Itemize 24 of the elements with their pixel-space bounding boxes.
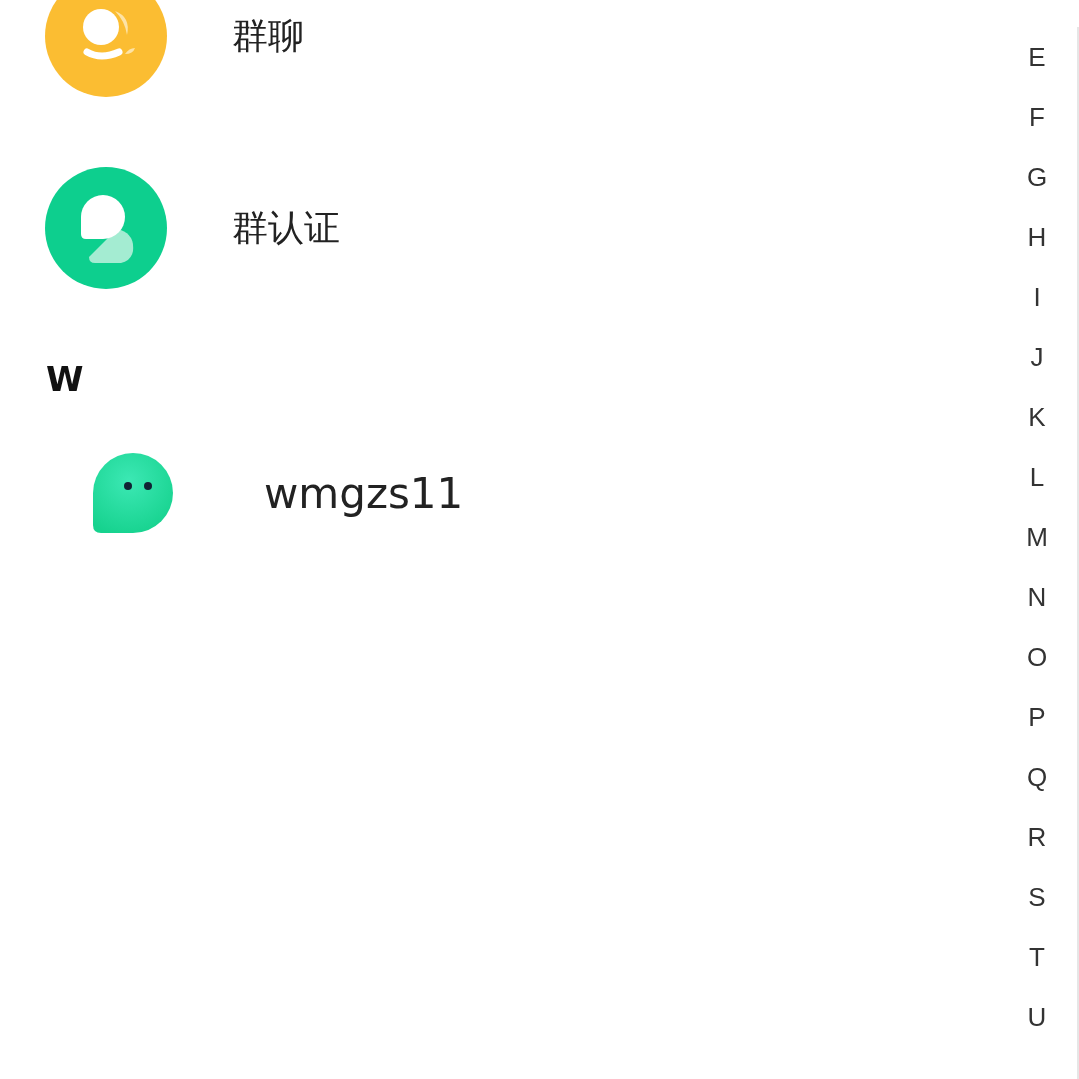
index-letter[interactable]: F [1029,87,1045,147]
index-letter[interactable]: Q [1026,747,1048,807]
contact-name[interactable]: wmgzs11 [264,468,464,518]
smiley-icon [45,0,167,97]
section-letter: W [45,358,85,401]
index-letter[interactable]: M [1026,507,1048,567]
index-letter[interactable]: U [1027,987,1047,1047]
index-letter[interactable]: T [1029,927,1045,987]
index-letter[interactable]: E [1028,27,1046,87]
index-letter[interactable]: K [1028,387,1046,447]
index-letter[interactable]: I [1033,267,1041,327]
entry-label[interactable]: 群聊 [232,11,304,61]
index-letter[interactable]: N [1027,567,1047,627]
index-letter[interactable]: G [1026,147,1048,207]
index-letter[interactable]: P [1028,687,1046,747]
index-letter[interactable]: R [1027,807,1047,867]
chat-bubble-icon [45,167,167,289]
index-letter[interactable]: L [1029,447,1045,507]
index-letter[interactable]: J [1030,327,1044,387]
index-letter[interactable]: H [1027,207,1047,267]
entry-label[interactable]: 群认证 [232,203,340,253]
index-letter[interactable]: O [1026,627,1048,687]
index-letter[interactable]: S [1028,867,1046,927]
ghost-avatar-icon [93,453,173,533]
